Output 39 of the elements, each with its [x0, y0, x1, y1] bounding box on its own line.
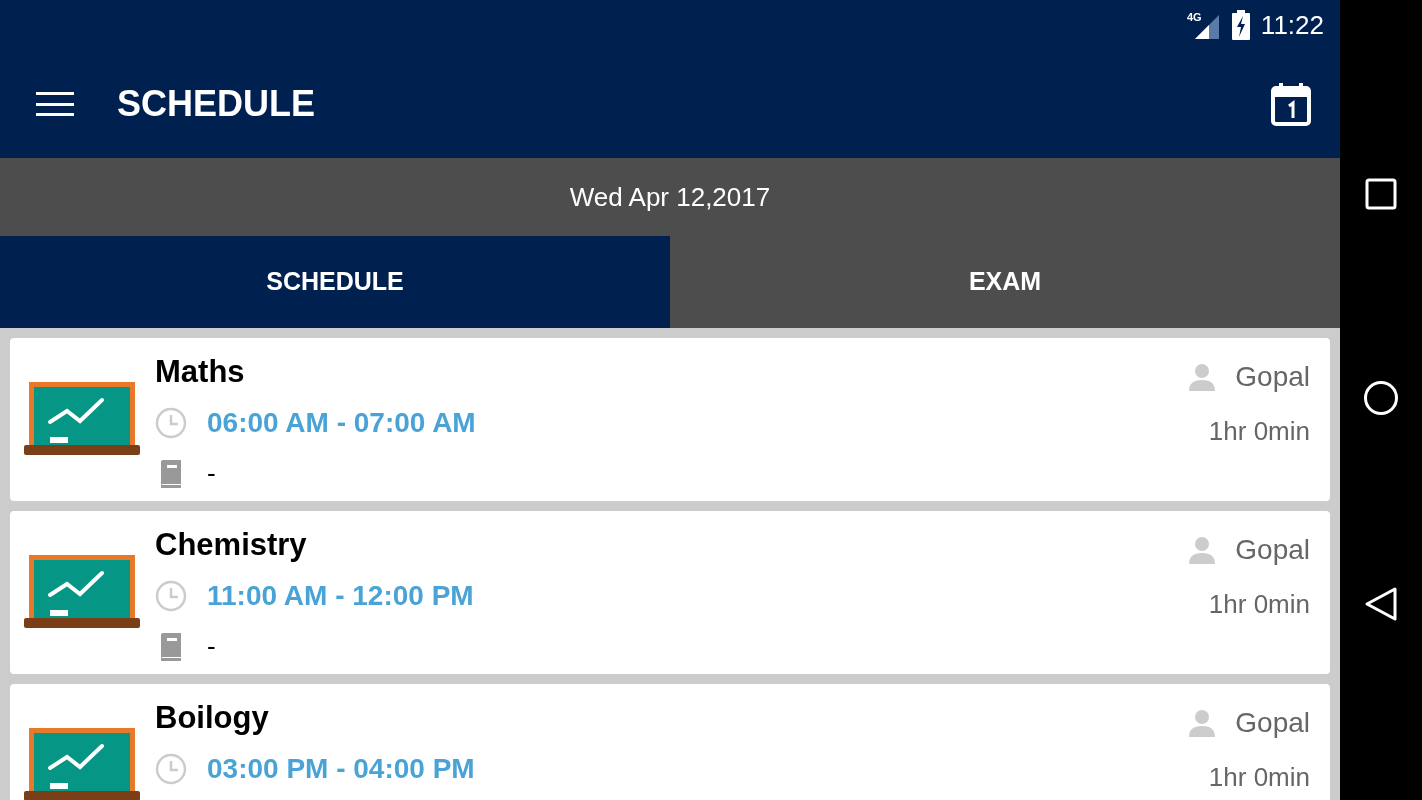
tab[interactable]: SCHEDULE: [0, 236, 670, 328]
clock-icon: [155, 753, 187, 785]
subject-title: Chemistry: [155, 526, 307, 564]
recents-icon[interactable]: [1365, 178, 1397, 210]
duration: 1hr 0min: [1208, 588, 1310, 621]
class-time: 11:00 AM - 12:00 PM: [207, 579, 474, 613]
class-time: 03:00 PM - 04:00 PM: [207, 752, 475, 786]
person-icon: [1189, 536, 1216, 564]
subject-title: Maths: [155, 353, 245, 391]
duration: 1hr 0min: [1208, 415, 1310, 448]
chalkboard-icon: [24, 555, 140, 629]
home-icon[interactable]: [1363, 380, 1399, 416]
person-icon: [1189, 363, 1216, 391]
clock-icon: [155, 580, 187, 612]
teacher-name: Gopal: [1235, 533, 1310, 567]
book-icon: [159, 632, 183, 661]
battery-charging-icon: [1230, 10, 1251, 40]
clock-time: 11:22: [1260, 8, 1324, 42]
teacher-name: Gopal: [1235, 706, 1310, 740]
person-icon: [1189, 709, 1216, 737]
book-icon: [159, 459, 183, 488]
tab[interactable]: EXAM: [670, 236, 1340, 328]
class-time: 06:00 AM - 07:00 AM: [207, 406, 476, 440]
back-icon[interactable]: [1364, 586, 1398, 622]
chalkboard-icon: [24, 728, 140, 800]
toolbar-title: SCHEDULE: [117, 82, 316, 126]
book-label: -: [207, 457, 216, 490]
duration: 1hr 0min: [1208, 761, 1310, 794]
calendar-icon[interactable]: [1270, 82, 1312, 126]
subject-title: Boilogy: [155, 699, 269, 737]
date-label: Wed Apr 12,2017: [569, 180, 771, 214]
class-card[interactable]: Maths 06:00 AM - 07:00 AM - Gopal 1hr 0min: [10, 338, 1330, 501]
clock-icon: [155, 407, 187, 439]
teacher-name: Gopal: [1235, 360, 1310, 394]
book-label: -: [207, 630, 216, 663]
class-card[interactable]: Boilogy 03:00 PM - 04:00 PM Gopal 1hr 0min: [10, 684, 1330, 800]
chalkboard-icon: [24, 382, 140, 456]
class-card[interactable]: Chemistry 11:00 AM - 12:00 PM - Gopal 1hr 0min: [10, 511, 1330, 674]
menu-icon[interactable]: [36, 90, 74, 118]
